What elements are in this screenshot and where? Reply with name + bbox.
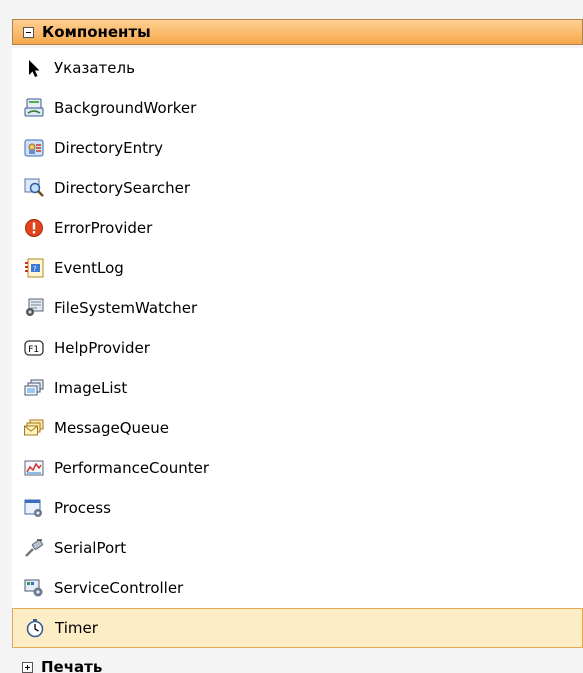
directory-searcher-icon	[24, 178, 44, 198]
directory-entry-icon	[24, 138, 44, 158]
toolbox-item-filesystemwatcher[interactable]: FileSystemWatcher	[12, 288, 583, 328]
error-provider-icon	[24, 218, 44, 238]
toolbox-panel: Компоненты Указатель BackgroundWorker Di…	[0, 0, 583, 673]
toolbox-item-directorysearcher[interactable]: DirectorySearcher	[12, 168, 583, 208]
item-label: ServiceController	[54, 579, 184, 597]
file-system-watcher-icon	[24, 298, 44, 318]
item-label: SerialPort	[54, 539, 127, 557]
toolbox-item-servicecontroller[interactable]: ServiceController	[12, 568, 583, 608]
process-icon	[24, 498, 44, 518]
item-label: ErrorProvider	[54, 219, 153, 237]
event-log-icon: ?	[24, 258, 44, 278]
help-provider-icon: F1	[24, 338, 44, 358]
group-header-components[interactable]: Компоненты	[12, 19, 583, 45]
item-label: HelpProvider	[54, 339, 150, 357]
toolbox-item-performancecounter[interactable]: PerformanceCounter	[12, 448, 583, 488]
group-title: Печать	[41, 658, 103, 673]
svg-text:?: ?	[33, 265, 37, 273]
item-label: DirectorySearcher	[54, 179, 191, 197]
panel-top-strip	[0, 0, 583, 10]
item-label: ImageList	[54, 379, 128, 397]
group-header-print[interactable]: Печать	[12, 654, 583, 673]
performance-counter-icon	[24, 458, 44, 478]
toolbox-item-backgroundworker[interactable]: BackgroundWorker	[12, 88, 583, 128]
expand-icon[interactable]	[22, 661, 33, 673]
message-queue-icon	[24, 418, 44, 438]
svg-text:F1: F1	[28, 345, 39, 355]
toolbox-item-errorprovider[interactable]: ErrorProvider	[12, 208, 583, 248]
item-label: Указатель	[54, 59, 135, 77]
group-title: Компоненты	[42, 23, 151, 41]
toolbox-item-eventlog[interactable]: ? EventLog	[12, 248, 583, 288]
toolbox-item-process[interactable]: Process	[12, 488, 583, 528]
item-label: PerformanceCounter	[54, 459, 209, 477]
item-label: MessageQueue	[54, 419, 170, 437]
toolbox-item-imagelist[interactable]: ImageList	[12, 368, 583, 408]
toolbox-item-messagequeue[interactable]: MessageQueue	[12, 408, 583, 448]
timer-icon	[25, 618, 45, 638]
pointer-icon	[24, 58, 44, 78]
toolbox-item-pointer[interactable]: Указатель	[12, 48, 583, 88]
toolbox-item-helpprovider[interactable]: F1 HelpProvider	[12, 328, 583, 368]
toolbox-item-serialport[interactable]: SerialPort	[12, 528, 583, 568]
serial-port-icon	[24, 538, 44, 558]
background-worker-icon	[24, 98, 44, 118]
item-label: DirectoryEntry	[54, 139, 164, 157]
components-list: Указатель BackgroundWorker DirectoryEntr…	[12, 48, 583, 648]
item-label: FileSystemWatcher	[54, 299, 198, 317]
toolbox-item-timer[interactable]: Timer	[12, 608, 583, 648]
toolbox-item-directoryentry[interactable]: DirectoryEntry	[12, 128, 583, 168]
item-label: EventLog	[54, 259, 124, 277]
collapse-icon[interactable]	[23, 26, 34, 38]
item-label: BackgroundWorker	[54, 99, 197, 117]
service-controller-icon	[24, 578, 44, 598]
item-label: Timer	[55, 619, 98, 637]
image-list-icon	[24, 378, 44, 398]
item-label: Process	[54, 499, 111, 517]
